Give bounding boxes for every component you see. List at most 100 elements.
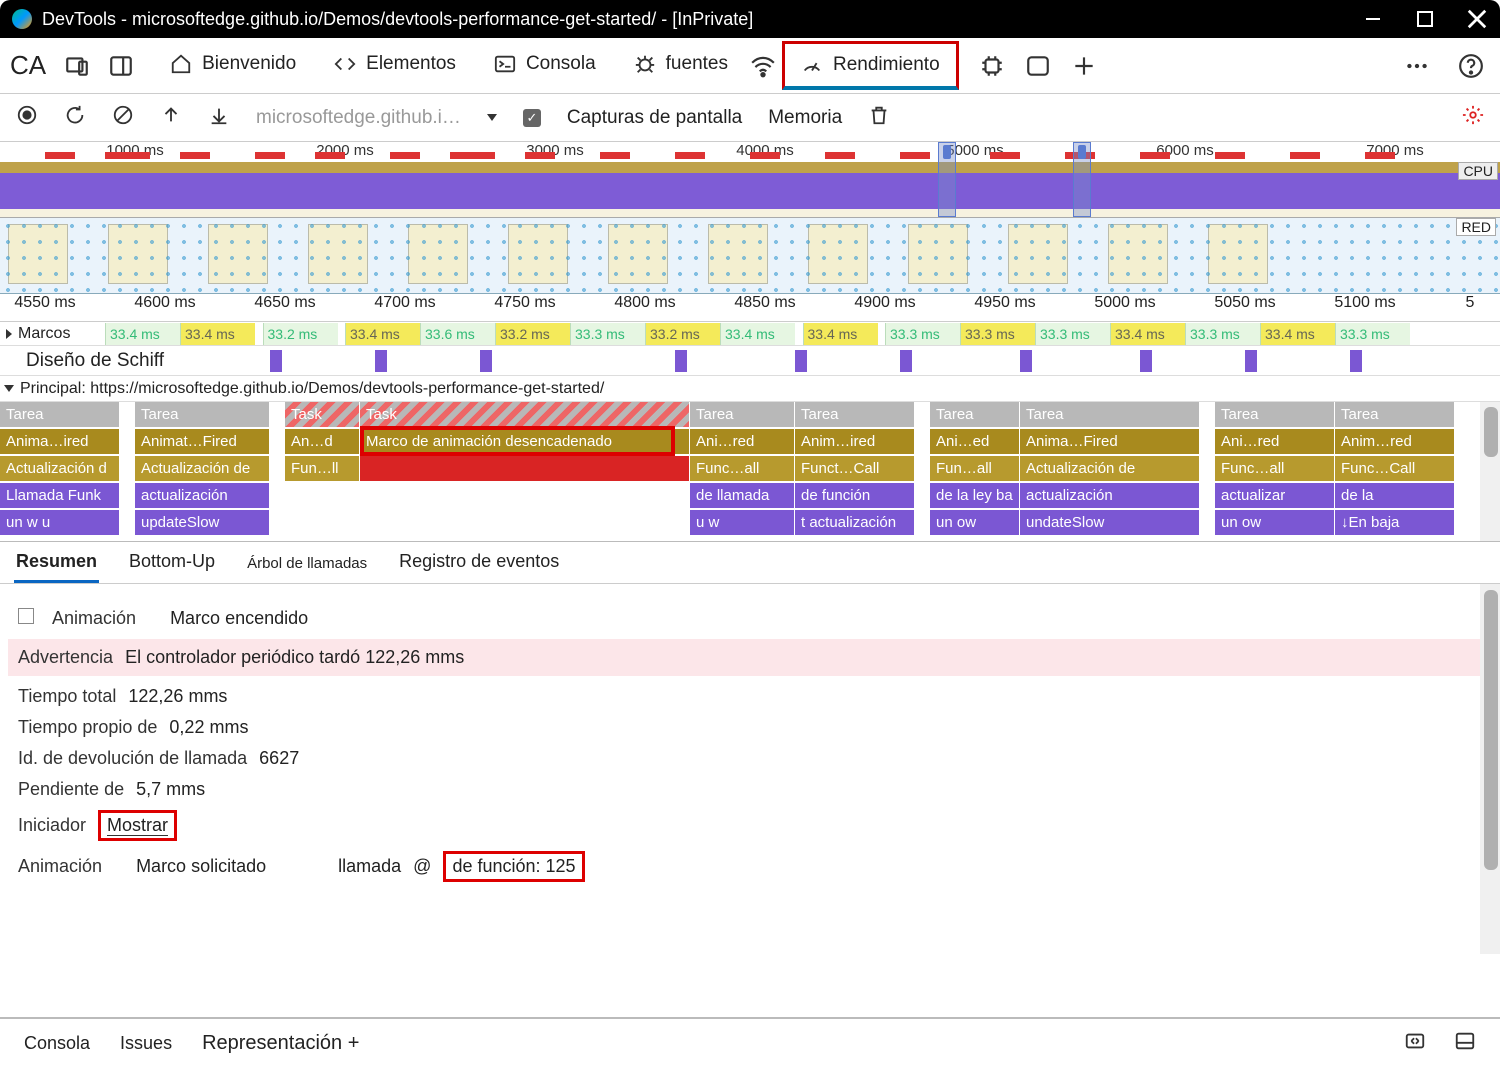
frame-chip[interactable]: 33.4 ms [105,323,180,345]
overview-handle-right[interactable] [1073,142,1091,217]
tab-bottomup[interactable]: Bottom-Up [127,543,217,583]
flame-cell[interactable]: Anim…ired [795,429,915,454]
flame-cell[interactable]: An…d [285,429,360,454]
frame-chip[interactable]: 33.6 ms [420,323,495,345]
flame-cell[interactable]: de la ley ba [930,483,1020,508]
flame-cell[interactable]: un ow [930,510,1020,535]
flame-cell[interactable]: Fun…ll [285,456,360,481]
initiator-show-link[interactable]: Mostrar [107,815,168,836]
frame-chip[interactable]: 33.3 ms [1185,323,1260,345]
screenshot-thumb[interactable] [708,224,768,284]
screenshots-strip[interactable]: RED [0,218,1500,294]
flame-cell[interactable]: un w u [0,510,120,535]
tab-console[interactable]: Consola [478,43,612,88]
frame-chip[interactable]: 33.4 ms [345,323,420,345]
flame-cell[interactable]: actualización [1020,483,1200,508]
recording-dropdown-icon[interactable] [487,114,497,121]
upload-icon[interactable] [160,104,182,131]
frame-chip[interactable]: 33.4 ms [803,323,878,345]
screenshot-thumb[interactable] [308,224,368,284]
flame-cell[interactable]: Tarea [135,402,270,427]
screenshot-thumb[interactable] [908,224,968,284]
add-tab-icon[interactable] [1071,53,1097,79]
record-button[interactable] [16,104,38,131]
app-panel-icon[interactable] [1025,53,1051,79]
tab-welcome[interactable]: Bienvenido [154,43,312,88]
detail-ruler[interactable]: 4550 ms 4600 ms 4650 ms 4700 ms 4750 ms … [0,294,1500,322]
collapse-main-icon[interactable] [4,385,14,392]
dock-side-icon[interactable] [108,53,134,79]
flame-cell[interactable]: Llamada Funk [0,483,120,508]
tab-sources[interactable]: fuentes [618,43,744,88]
frame-chip[interactable]: 33.4 ms [1110,323,1185,345]
memory-label[interactable]: Memoria [768,107,842,129]
tab-summary[interactable]: Resumen [14,543,99,583]
flame-cell[interactable]: Funct…Call [795,456,915,481]
flame-cell[interactable]: Actualización d [0,456,120,481]
frame-chip[interactable]: 33.2 ms [495,323,570,345]
flame-cell[interactable]: updateSlow [135,510,270,535]
screenshot-thumb[interactable] [508,224,568,284]
network-conditions-icon[interactable] [750,53,776,79]
trash-icon[interactable] [868,104,890,131]
screenshot-thumb[interactable] [608,224,668,284]
tab-elements[interactable]: Elementos [318,43,472,88]
frame-chip[interactable]: 33.3 ms [960,323,1035,345]
expand-frames-icon[interactable] [6,329,12,339]
flame-cell[interactable]: undateSlow [1020,510,1200,535]
frame-chip[interactable]: 33.4 ms [720,323,795,345]
flame-cell[interactable]: Tarea [1215,402,1335,427]
main-thread-header[interactable]: Principal: https://microsoftedge.github.… [0,376,1500,402]
flame-scrollbar[interactable] [1480,402,1500,542]
device-toolbar-icon[interactable] [64,53,90,79]
flame-cell[interactable]: ↓En baja [1335,510,1455,535]
drawer-issues-tab[interactable]: Issues [120,1033,172,1054]
flame-cell[interactable]: Tarea [690,402,795,427]
overview-handle-left[interactable] [938,142,956,217]
screenshot-thumb[interactable] [208,224,268,284]
flame-cell[interactable]: Actualización de [135,456,270,481]
flame-cell[interactable]: Tarea [795,402,915,427]
memory-chip-icon[interactable] [979,53,1005,79]
flame-cell[interactable]: Fun…all [930,456,1020,481]
summary-scrollbar[interactable] [1480,584,1500,954]
flame-cell[interactable]: Task [360,402,690,427]
download-icon[interactable] [208,104,230,131]
flame-cell[interactable]: t actualización [795,510,915,535]
reload-record-button[interactable] [64,104,86,131]
frame-chip[interactable]: 33.2 ms [263,323,338,345]
screenshot-thumb[interactable] [808,224,868,284]
flame-cell[interactable]: u w [690,510,795,535]
flame-cell[interactable]: Ani…ed [930,429,1020,454]
flame-cell[interactable]: Func…all [690,456,795,481]
drawer-rendering-tab[interactable]: Representación + [202,1032,359,1055]
flame-cell[interactable]: de función [795,483,915,508]
tab-eventlog[interactable]: Registro de eventos [397,543,561,583]
tab-performance[interactable]: Rendimiento [782,41,959,90]
flame-cell[interactable]: Marco de animación desencadenado [360,429,690,454]
flame-cell[interactable]: Tarea [0,402,120,427]
flame-cell[interactable]: Func…all [1215,456,1335,481]
flame-cell[interactable]: Tarea [1020,402,1200,427]
screenshot-thumb[interactable] [1008,224,1068,284]
function-link[interactable]: de función: 125 [452,856,575,876]
layout-shifts-track[interactable]: Diseño de Schiff [0,346,1500,376]
window-minimize-button[interactable] [1362,8,1384,30]
frame-chip[interactable]: 33.2 ms [645,323,720,345]
flame-cell[interactable]: Task [285,402,360,427]
flame-cell[interactable]: Anima…Fired [1020,429,1200,454]
flame-cell[interactable]: Anima…ired [0,429,120,454]
flame-cell[interactable]: de llamada [690,483,795,508]
screenshot-thumb[interactable] [108,224,168,284]
flame-cell[interactable]: Func…Call [1335,456,1455,481]
flame-chart[interactable]: TareaTareaTaskTaskTareaTareaTareaTareaTa… [0,402,1500,542]
flame-cell[interactable]: de la [1335,483,1455,508]
window-maximize-button[interactable] [1414,8,1436,30]
flame-cell[interactable]: actualizar [1215,483,1335,508]
flame-cell[interactable]: Ani…red [1215,429,1335,454]
flame-cell[interactable]: Tarea [1335,402,1455,427]
drawer-expand-icon[interactable] [1404,1030,1426,1057]
flame-cell[interactable]: actualización [135,483,270,508]
flame-cell[interactable]: Tarea [930,402,1020,427]
help-icon[interactable] [1458,53,1484,79]
